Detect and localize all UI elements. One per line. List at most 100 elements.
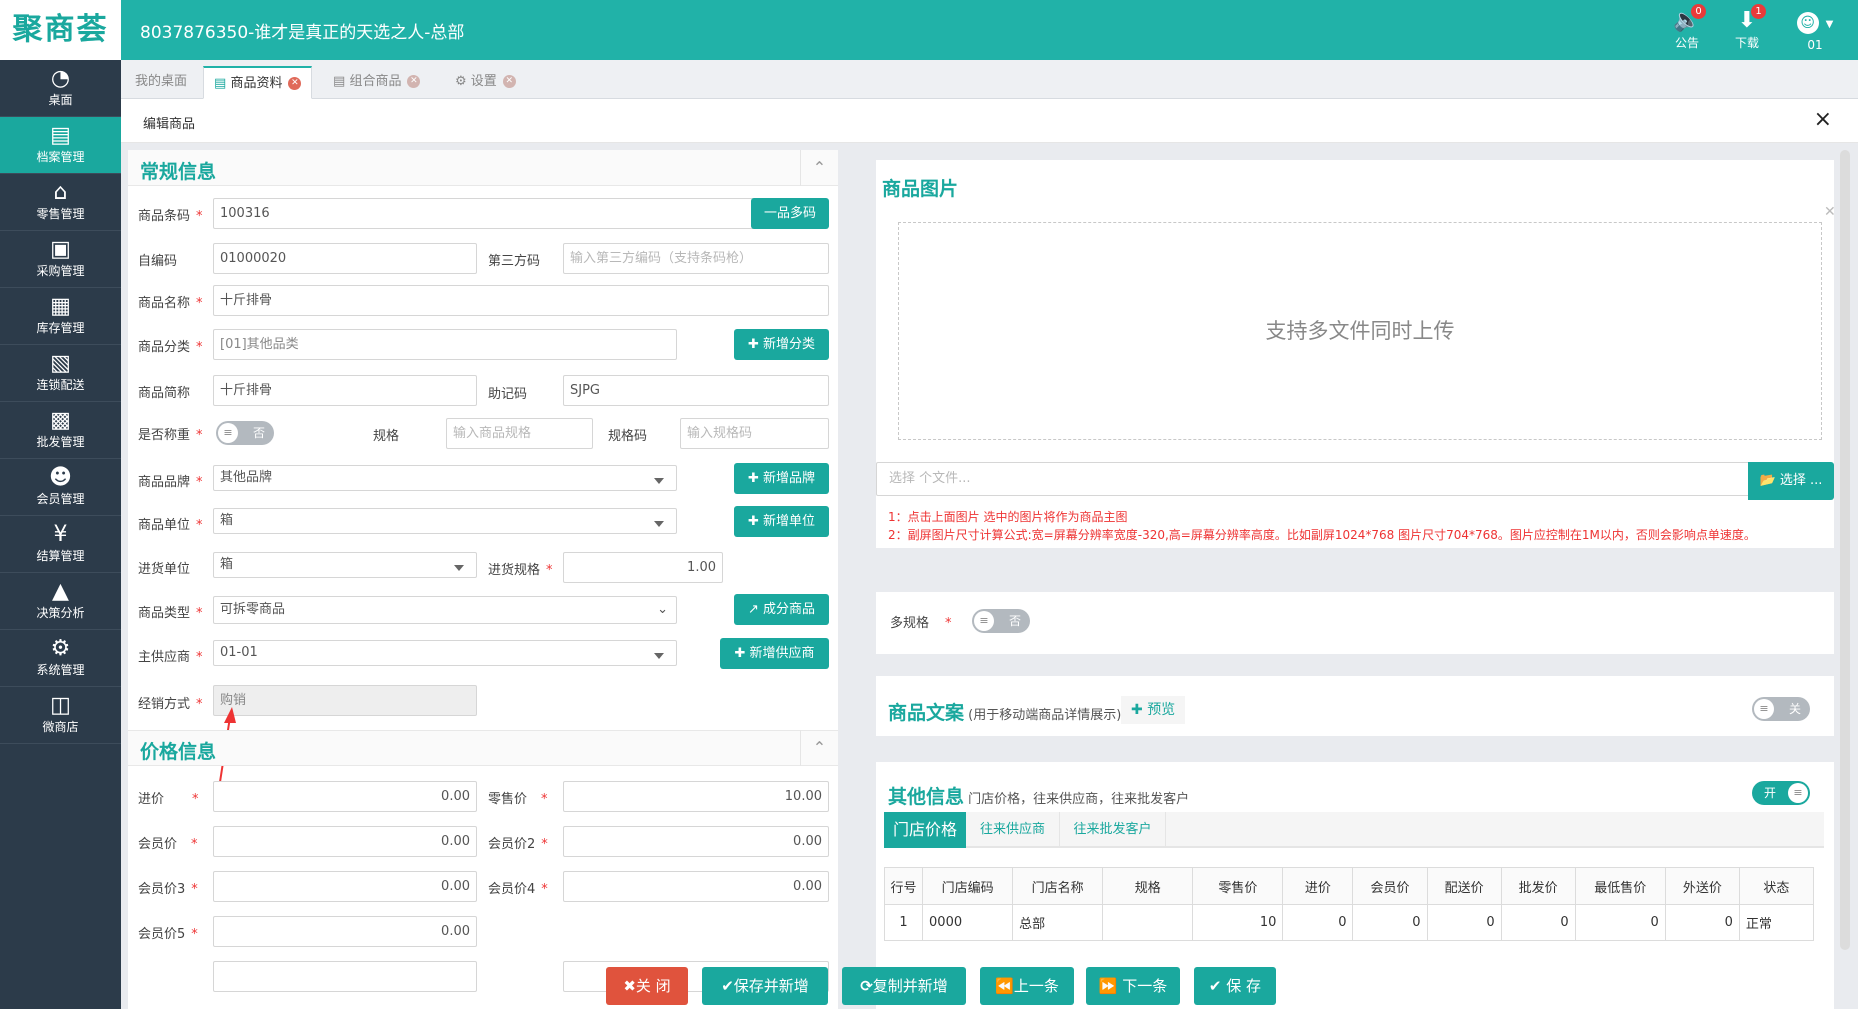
component-goods-button[interactable]: ↗ 成分商品: [734, 594, 829, 625]
sidebar-item-analysis[interactable]: ▲ 决策分析: [0, 573, 121, 630]
close-button[interactable]: ✖关 闭: [606, 967, 688, 1005]
member-price3-input[interactable]: 0.00: [213, 871, 477, 902]
brand-select[interactable]: 其他品牌: [213, 465, 677, 491]
table-cell: 0000: [922, 904, 1014, 941]
shop-bag-icon: ◫: [50, 693, 71, 718]
wholesale-icon: ▩: [50, 408, 71, 433]
member-price5-input[interactable]: 0.00: [213, 916, 477, 947]
spec-input[interactable]: 输入商品规格: [446, 418, 593, 449]
check-icon: ✔: [1208, 977, 1222, 995]
other-info-toggle[interactable]: 开 ≡: [1752, 781, 1810, 805]
sidebar-item-purchase[interactable]: ▣ 采购管理: [0, 231, 121, 288]
close-icon[interactable]: ✕: [407, 75, 421, 88]
previous-button[interactable]: ⏪上一条: [980, 967, 1074, 1005]
close-icon[interactable]: ×: [1814, 107, 1832, 132]
plus-icon: ✚: [747, 471, 759, 486]
table-cell: 1: [883, 904, 924, 941]
scrollbar[interactable]: [1840, 150, 1850, 950]
sidebar-item-archives[interactable]: ▤ 档案管理: [0, 117, 121, 174]
choose-file-button[interactable]: 📂 选择 ...: [1748, 462, 1834, 500]
sidebar-item-desktop[interactable]: ◔ 桌面: [0, 60, 121, 117]
copywriting-toggle[interactable]: ≡ 关: [1752, 697, 1810, 721]
mode-label: 经销方式: [138, 697, 191, 712]
price-input-partial[interactable]: [213, 961, 477, 992]
close-icon[interactable]: ✕: [502, 75, 516, 88]
purchase-spec-input[interactable]: 1.00: [563, 552, 723, 583]
add-supplier-button[interactable]: ✚ 新增供应商: [720, 638, 829, 669]
tab-wholesale-customers[interactable]: 往来批发客户: [1060, 812, 1166, 848]
close-icon[interactable]: ✕: [1824, 204, 1836, 220]
shortname-input[interactable]: 十斤排骨: [213, 375, 477, 406]
supplier-select[interactable]: 01-01: [213, 640, 677, 666]
retail-price-input[interactable]: 10.00: [563, 781, 829, 812]
store-icon: ⌂: [53, 180, 68, 205]
settlement-icon: ¥: [53, 522, 68, 547]
sidebar-item-member[interactable]: ☻ 会员管理: [0, 459, 121, 516]
app-logo[interactable]: 聚商荟: [0, 0, 121, 60]
brand-label: 商品品牌: [138, 475, 191, 490]
member-price4-input[interactable]: 0.00: [563, 871, 829, 902]
table-row[interactable]: 1 0000 总部 10 0 0 0 0 0 0 正常: [883, 904, 1815, 941]
plus-icon: ✚: [734, 646, 746, 661]
images-panel: 商品图片 ✕ 支持多文件同时上传 选择 个文件... 📂 选择 ... 1：点击…: [876, 160, 1836, 548]
tab-desktop[interactable]: 我的桌面: [125, 66, 197, 99]
tab-goods-info[interactable]: ▤ 商品资料 ✕: [203, 66, 313, 99]
thirdcode-label: 第三方码: [488, 254, 541, 269]
barcode-input[interactable]: 100316: [213, 198, 758, 229]
tab-settings[interactable]: ⚙ 设置 ✕: [445, 66, 526, 99]
multispec-label: 多规格: [890, 616, 930, 631]
add-unit-button[interactable]: ✚ 新增单位: [734, 506, 829, 537]
category-input[interactable]: [01]其他品类: [213, 329, 677, 360]
copy-and-new-button[interactable]: ⟳复制并新增: [842, 967, 966, 1005]
member-price2-input[interactable]: 0.00: [563, 826, 829, 857]
weighing-toggle[interactable]: ≡ 否: [216, 421, 274, 445]
user-menu[interactable]: ☺ ▼ 01: [1792, 8, 1838, 52]
add-category-button[interactable]: ✚ 新增分类: [734, 329, 829, 360]
chevron-up-icon[interactable]: ⌃: [800, 730, 838, 766]
sidebar-item-settlement[interactable]: ¥ 结算管理: [0, 516, 121, 573]
member-price-input[interactable]: 0.00: [213, 826, 477, 857]
file-path-input[interactable]: 选择 个文件...: [876, 462, 1750, 496]
sidebar-item-system[interactable]: ⚙ 系统管理: [0, 630, 121, 687]
save-button[interactable]: ✔ 保 存: [1194, 967, 1276, 1005]
barcode-label: 商品条码: [138, 209, 191, 224]
multi-barcode-button[interactable]: 一品多码: [751, 198, 829, 229]
multispec-toggle[interactable]: ≡ 否: [972, 609, 1030, 633]
purchase-unit-select[interactable]: 箱: [213, 552, 477, 578]
table-cell: [1102, 904, 1194, 941]
thirdcode-input[interactable]: 输入第三方编码（支持条码枪）: [563, 243, 829, 274]
sidebar-item-distribution[interactable]: ▧ 连锁配送: [0, 345, 121, 402]
other-info-tabbar: 门店价格 往来供应商 往来批发客户: [884, 812, 1824, 848]
speccode-input[interactable]: 输入规格码: [680, 418, 829, 449]
sidebar-item-wholesale[interactable]: ▩ 批发管理: [0, 402, 121, 459]
member-price3-label: 会员价3: [138, 882, 186, 897]
tab-combo-goods[interactable]: ▤ 组合商品 ✕: [323, 66, 430, 99]
column-header: 进价: [1282, 867, 1354, 905]
chevron-up-icon[interactable]: ⌃: [800, 150, 838, 186]
preview-button[interactable]: ✚ 预览: [1121, 696, 1186, 724]
cost-price-input[interactable]: 0.00: [213, 781, 477, 812]
gear-icon: ⚙: [455, 74, 467, 89]
selfcode-input[interactable]: 01000020: [213, 243, 477, 274]
mnemonic-input[interactable]: SJPG: [563, 375, 829, 406]
upload-dropzone[interactable]: 支持多文件同时上传: [898, 222, 1822, 440]
download-button[interactable]: ⬇ 1 下载: [1724, 4, 1770, 51]
close-icon[interactable]: ✕: [288, 77, 302, 90]
sidebar-item-inventory[interactable]: ▦ 库存管理: [0, 288, 121, 345]
sidebar-item-wechat-shop[interactable]: ◫ 微商店: [0, 687, 121, 744]
download-label: 下载: [1734, 36, 1759, 50]
fast-forward-icon: ⏩: [1098, 977, 1118, 995]
next-button[interactable]: ⏩ 下一条: [1086, 967, 1180, 1005]
notice-button[interactable]: 🔈 0 公告: [1664, 4, 1710, 51]
add-brand-button[interactable]: ✚ 新增品牌: [734, 463, 829, 494]
toggle-knob: ≡: [1754, 699, 1774, 719]
tab-store-price[interactable]: 门店价格: [884, 812, 966, 848]
unit-select[interactable]: 箱: [213, 508, 677, 534]
type-select[interactable]: 可拆零商品 ⌄: [213, 596, 677, 624]
save-and-new-button[interactable]: ✔保存并新增: [702, 967, 828, 1005]
sidebar-item-retail[interactable]: ⌂ 零售管理: [0, 174, 121, 231]
truck-icon: ▧: [50, 351, 71, 376]
name-input[interactable]: 十斤排骨: [213, 285, 829, 316]
avatar: ☺ ▼: [1792, 8, 1838, 38]
tab-suppliers[interactable]: 往来供应商: [966, 812, 1060, 848]
